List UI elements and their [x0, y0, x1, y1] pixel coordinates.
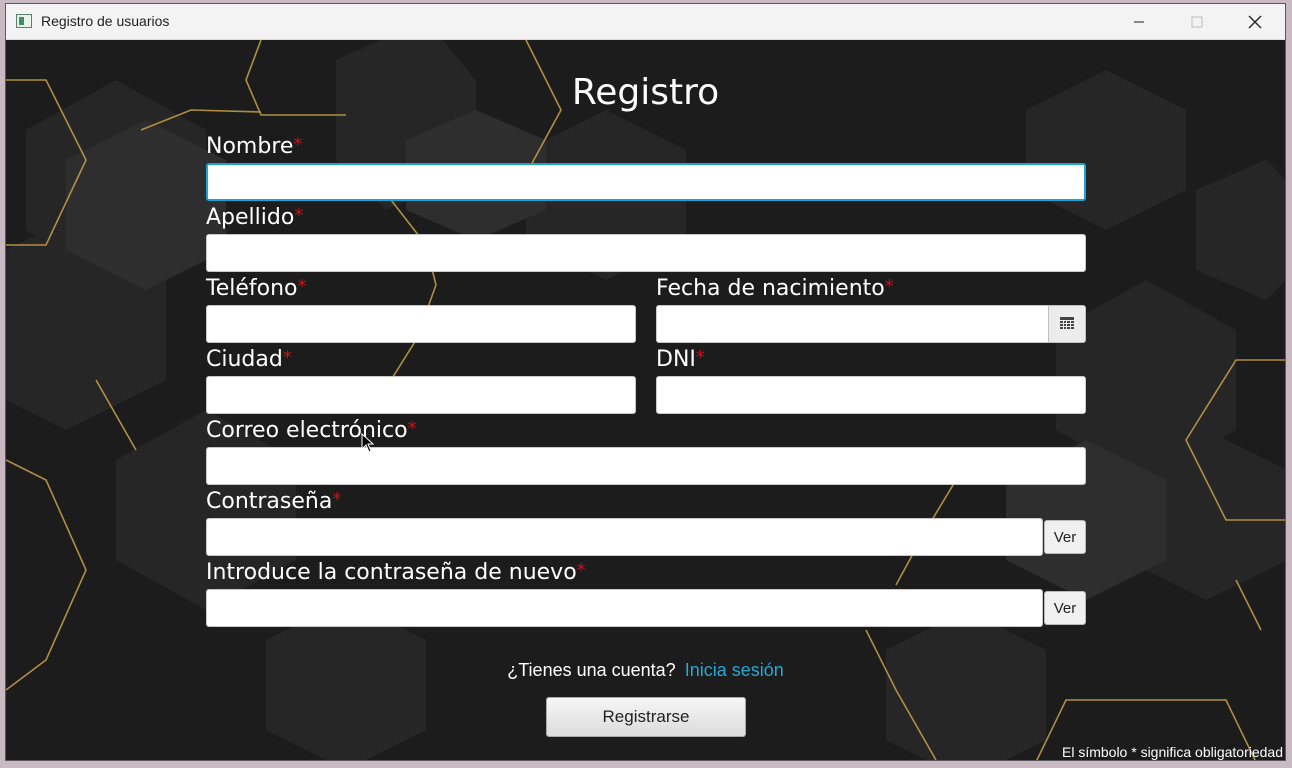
contrasena-label: Contraseña* — [206, 489, 341, 514]
contrasena-repetir-label-text: Introduce la contraseña de nuevo — [206, 560, 577, 585]
contrasena-input[interactable] — [206, 518, 1043, 556]
dni-label: DNI* — [656, 347, 705, 372]
apellido-input[interactable] — [206, 234, 1086, 272]
required-mark: * — [576, 560, 586, 581]
app-window: Registro de usuarios Registro Nombre* Ap… — [5, 3, 1286, 761]
required-mark: * — [407, 418, 417, 439]
telefono-label: Teléfono* — [206, 276, 307, 301]
required-mark: * — [332, 489, 342, 510]
telefono-label-text: Teléfono — [206, 276, 298, 301]
required-note: El símbolo * significa obligatoriedad — [1061, 744, 1283, 760]
required-mark: * — [297, 276, 307, 297]
nombre-label: Nombre* — [206, 134, 302, 159]
contrasena-repetir-label: Introduce la contraseña de nuevo* — [206, 560, 586, 585]
page-title: Registro — [571, 72, 720, 113]
ciudad-label: Ciudad* — [206, 347, 292, 372]
show-password-button[interactable]: Ver — [1044, 520, 1086, 554]
telefono-input[interactable] — [206, 305, 636, 343]
fecha-nacimiento-label-text: Fecha de nacimiento — [656, 276, 885, 301]
contrasena-repetir-input[interactable] — [206, 589, 1043, 627]
register-button[interactable]: Registrarse — [546, 697, 746, 737]
minimize-icon — [1134, 21, 1144, 23]
close-button[interactable] — [1226, 4, 1284, 40]
have-account-text: ¿Tienes una cuenta? — [507, 660, 676, 680]
ciudad-input[interactable] — [206, 376, 636, 414]
dni-label-text: DNI — [656, 347, 696, 372]
app-icon — [16, 14, 32, 28]
login-prompt: ¿Tienes una cuenta? Inicia sesión — [6, 660, 1285, 681]
show-password-repeat-button[interactable]: Ver — [1044, 591, 1086, 625]
maximize-icon — [1191, 16, 1203, 28]
title-bar[interactable]: Registro de usuarios — [6, 4, 1285, 40]
required-mark: * — [884, 276, 894, 297]
minimize-button[interactable] — [1110, 4, 1168, 40]
hexagon-background — [6, 40, 1285, 760]
dni-input[interactable] — [656, 376, 1086, 414]
close-icon — [1248, 15, 1262, 29]
date-picker-button[interactable] — [1048, 305, 1086, 343]
window-title: Registro de usuarios — [41, 13, 170, 29]
correo-label-text: Correo electrónico — [206, 418, 408, 443]
form-area: Registro Nombre* Apellido* Teléfono* Fec… — [6, 40, 1285, 760]
required-mark: * — [695, 347, 705, 368]
fecha-nacimiento-input[interactable] — [656, 305, 1049, 343]
calendar-icon — [1060, 317, 1074, 329]
maximize-button[interactable] — [1168, 4, 1226, 40]
nombre-input[interactable] — [206, 163, 1086, 201]
mouse-cursor-icon — [361, 433, 375, 453]
required-mark: * — [282, 347, 292, 368]
required-mark: * — [294, 205, 304, 226]
apellido-label-text: Apellido — [206, 205, 295, 230]
contrasena-label-text: Contraseña — [206, 489, 333, 514]
ciudad-label-text: Ciudad — [206, 347, 283, 372]
correo-input[interactable] — [206, 447, 1086, 485]
login-link[interactable]: Inicia sesión — [685, 660, 784, 680]
required-mark: * — [293, 134, 303, 155]
apellido-label: Apellido* — [206, 205, 303, 230]
nombre-label-text: Nombre — [206, 134, 294, 159]
fecha-nacimiento-label: Fecha de nacimiento* — [656, 276, 894, 301]
correo-label: Correo electrónico* — [206, 418, 417, 443]
